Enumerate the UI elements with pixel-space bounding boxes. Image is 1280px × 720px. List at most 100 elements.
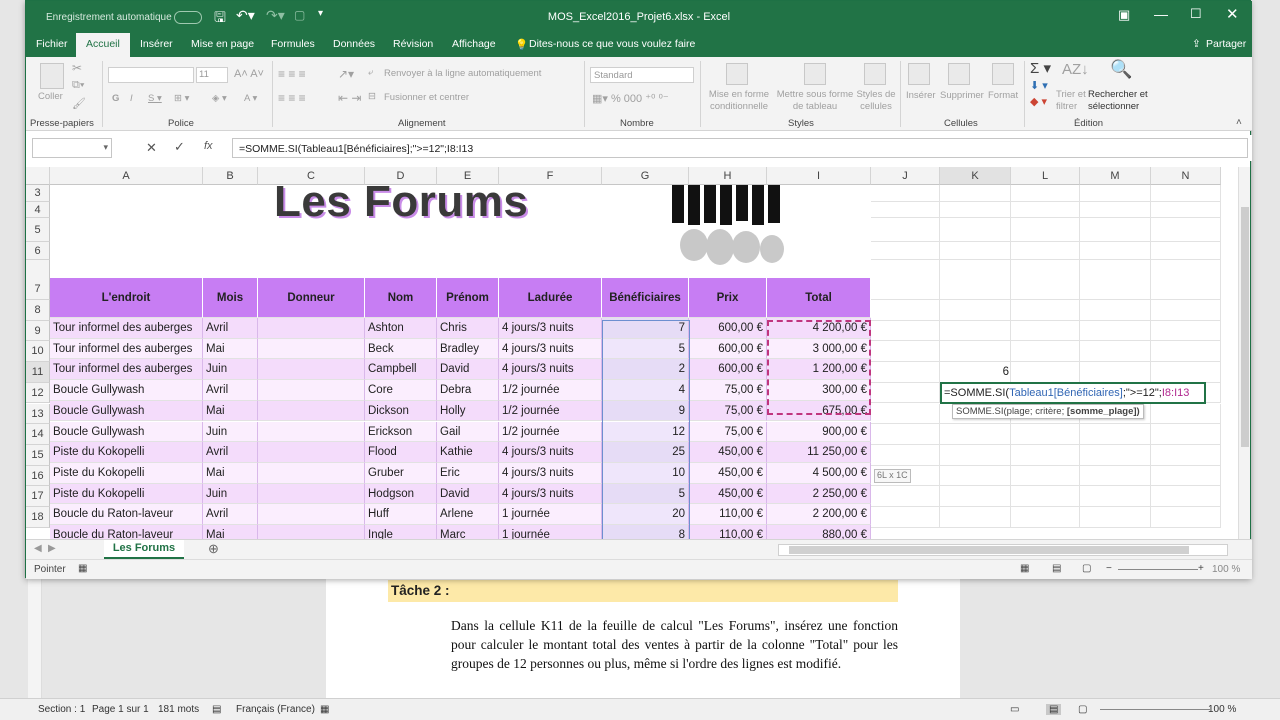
- table-cell-a[interactable]: Tour informel des auberges: [50, 359, 203, 381]
- row-header-6[interactable]: 6: [26, 242, 50, 260]
- read-mode-icon[interactable]: ▭: [1010, 704, 1019, 715]
- table-cell-empty[interactable]: [258, 359, 365, 381]
- table-cell-e[interactable]: Eric: [437, 462, 499, 484]
- empty-cell[interactable]: [1011, 444, 1080, 466]
- empty-cell[interactable]: [1011, 486, 1080, 507]
- table-cell-e[interactable]: Debra: [437, 380, 499, 401]
- empty-cell[interactable]: [1080, 444, 1151, 466]
- insert-function-icon[interactable]: fx: [204, 140, 213, 152]
- table-cell-b[interactable]: Avril: [203, 318, 258, 339]
- row-header-7[interactable]: 7: [26, 260, 50, 300]
- print-layout-icon[interactable]: ▤: [1046, 704, 1062, 715]
- italic-icon[interactable]: I: [130, 93, 133, 104]
- cell-styles-button[interactable]: Styles de cellules: [856, 89, 896, 113]
- empty-cell[interactable]: [1011, 185, 1080, 202]
- sheet-tab-les-forums[interactable]: Les Forums: [104, 540, 184, 559]
- empty-cell[interactable]: [1011, 320, 1080, 342]
- table-cell-f[interactable]: 4 jours/3 nuits: [499, 483, 602, 505]
- table-cell-g[interactable]: 2: [602, 359, 689, 381]
- delete-cells-button[interactable]: Supprimer: [940, 90, 984, 101]
- formula-input[interactable]: =SOMME.SI(Tableau1[Bénéficiaires];">=12"…: [232, 138, 1248, 158]
- format-table-button[interactable]: Mettre sous forme de tableau: [774, 89, 856, 113]
- table-cell-a[interactable]: Piste du Kokopelli: [50, 483, 203, 505]
- word-zoom-level[interactable]: 100 %: [1208, 704, 1236, 715]
- empty-cell[interactable]: [1151, 444, 1221, 466]
- table-cell-g[interactable]: 20: [602, 504, 689, 525]
- table-cell-g[interactable]: 5: [602, 338, 689, 360]
- table-cell-h[interactable]: 110,00 €: [689, 525, 767, 539]
- empty-cell[interactable]: [1151, 185, 1221, 202]
- table-cell-h[interactable]: 75,00 €: [689, 421, 767, 443]
- table-header-cell[interactable]: L'endroit: [50, 278, 203, 318]
- empty-cell[interactable]: [1080, 202, 1151, 218]
- table-cell-e[interactable]: Chris: [437, 318, 499, 339]
- empty-cell[interactable]: [940, 242, 1011, 260]
- row-header-8[interactable]: 8: [26, 300, 50, 321]
- table-cell-f[interactable]: 4 jours/3 nuits: [499, 462, 602, 484]
- zoom-slider[interactable]: [1100, 709, 1210, 710]
- table-cell-e[interactable]: Arlene: [437, 504, 499, 525]
- empty-cell[interactable]: [1011, 260, 1080, 300]
- sort-filter-icon[interactable]: AZ↓: [1062, 61, 1089, 78]
- minimize-icon[interactable]: —: [1154, 6, 1168, 22]
- table-cell-i[interactable]: 3 000,00 €: [767, 338, 871, 360]
- sort-filter-button[interactable]: Trier et filtrer: [1056, 89, 1090, 113]
- proofing-icon[interactable]: ▤: [212, 704, 221, 715]
- table-cell-f[interactable]: 1 journée: [499, 525, 602, 539]
- zoom-out-icon[interactable]: −: [1106, 563, 1112, 574]
- table-cell-g[interactable]: 5: [602, 483, 689, 505]
- format-painter-icon[interactable]: 🖌: [72, 97, 86, 110]
- empty-cell[interactable]: [1080, 424, 1151, 445]
- empty-cell[interactable]: [871, 260, 940, 300]
- section-indicator[interactable]: Section : 1: [38, 704, 85, 715]
- table-cell-d[interactable]: Ingle: [365, 525, 437, 539]
- table-cell-i[interactable]: 900,00 €: [767, 421, 871, 443]
- tab-affichage[interactable]: Affichage: [452, 38, 496, 50]
- empty-cell[interactable]: [1151, 341, 1221, 363]
- table-cell-a[interactable]: Boucle Gullywash: [50, 421, 203, 443]
- format-cells-button[interactable]: Format: [988, 90, 1018, 101]
- table-header-cell[interactable]: Prénom: [437, 278, 499, 318]
- sheet-scroll-right-icon[interactable]: ▶: [48, 543, 56, 554]
- table-cell-a[interactable]: Boucle du Raton-laveur: [50, 525, 203, 539]
- table-cell-h[interactable]: 75,00 €: [689, 380, 767, 401]
- table-cell-i[interactable]: 4 200,00 €: [767, 318, 871, 339]
- row-header-12[interactable]: 12: [26, 382, 50, 404]
- maximize-icon[interactable]: ☐: [1190, 6, 1202, 22]
- worksheet-grid[interactable]: ABCDEFGHIJKLMN 3 4 5 6 7 8 9 10 11 12 13 14 15 16 17 18…: [26, 167, 1236, 539]
- tab-formules[interactable]: Formules: [271, 38, 315, 50]
- empty-cell[interactable]: [871, 507, 940, 528]
- page-indicator[interactable]: Page 1 sur 1: [92, 704, 149, 715]
- tab-fichier[interactable]: Fichier: [36, 38, 68, 50]
- empty-cell[interactable]: [940, 185, 1011, 202]
- column-header-j[interactable]: J: [871, 167, 940, 185]
- conditional-format-icon[interactable]: [726, 63, 748, 85]
- merge-center-button[interactable]: Fusionner et centrer: [384, 92, 469, 103]
- font-name-box[interactable]: [108, 67, 194, 83]
- empty-cell[interactable]: [1011, 362, 1080, 383]
- share-icon[interactable]: ⇪: [1192, 38, 1201, 50]
- table-cell-h[interactable]: 600,00 €: [689, 359, 767, 381]
- empty-cell[interactable]: [940, 465, 1011, 487]
- cell-k11-editor[interactable]: =SOMME.SI(Tableau1[Bénéficiaires];">=12"…: [940, 382, 1206, 404]
- empty-cell[interactable]: [1011, 465, 1080, 487]
- delete-cells-icon[interactable]: [948, 63, 970, 85]
- tell-me-box[interactable]: Dites-nous ce que vous voulez faire: [529, 38, 695, 50]
- row-header-3[interactable]: 3: [26, 185, 50, 202]
- table-cell-d[interactable]: Flood: [365, 442, 437, 463]
- empty-cell[interactable]: [1151, 218, 1221, 242]
- paste-label[interactable]: Coller: [38, 91, 63, 102]
- column-header-g[interactable]: G: [602, 167, 689, 185]
- language-indicator[interactable]: Français (France): [236, 704, 315, 715]
- row-header-13[interactable]: 13: [26, 403, 50, 425]
- tab-mise-en-page[interactable]: Mise en page: [191, 38, 254, 50]
- table-cell-h[interactable]: 450,00 €: [689, 462, 767, 484]
- table-cell-a[interactable]: Tour informel des auberges: [50, 318, 203, 339]
- vertical-scrollbar-track[interactable]: [1238, 167, 1250, 539]
- zoom-level[interactable]: 100 %: [1212, 564, 1240, 575]
- insert-cells-button[interactable]: Insérer: [906, 90, 936, 101]
- empty-cell[interactable]: [871, 300, 940, 321]
- format-cells-icon[interactable]: [992, 63, 1014, 85]
- table-cell-i[interactable]: 880,00 €: [767, 525, 871, 539]
- empty-cell[interactable]: [1011, 300, 1080, 321]
